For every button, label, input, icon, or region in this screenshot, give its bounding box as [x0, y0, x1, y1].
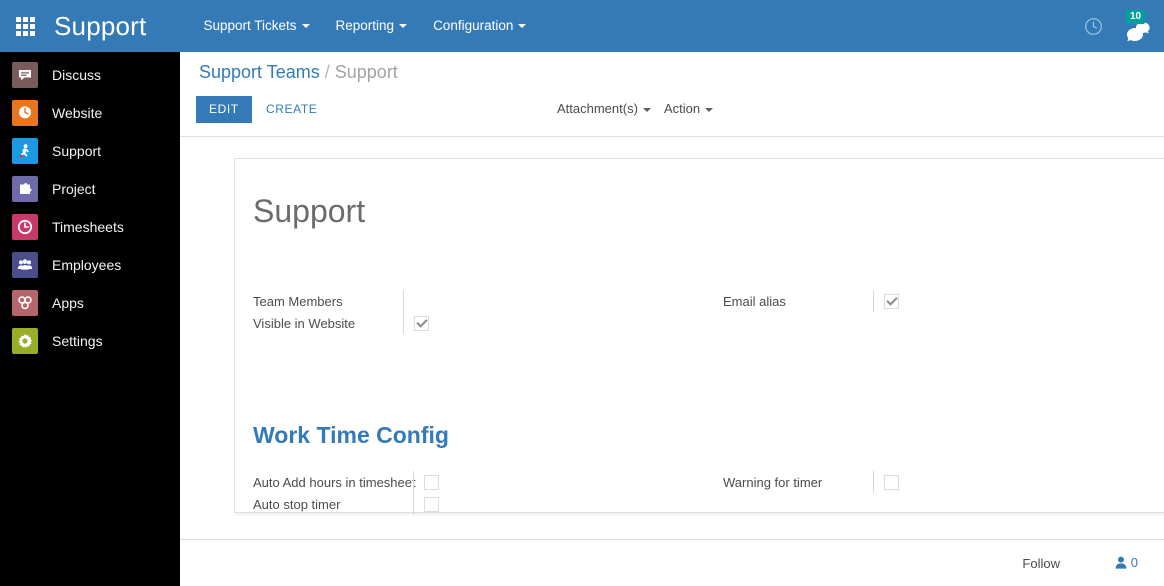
navbar-right-tools: 10 [1078, 0, 1158, 52]
top-navbar: Support Support Tickets Reporting Config… [0, 0, 1164, 52]
action-dropdown-label: Action [664, 101, 701, 116]
sidebar-item-settings[interactable]: Settings [0, 322, 180, 360]
sidebar-item-website[interactable]: Website [0, 94, 180, 132]
checkbox-auto-add-hours[interactable] [424, 474, 439, 490]
checkbox-visible-in-website[interactable] [414, 315, 429, 331]
section-heading-work-time-config: Work Time Config [253, 422, 449, 448]
form-sheet: Support Team Members Visible in Website [234, 158, 1164, 515]
caret-down-icon [642, 107, 651, 112]
field-group-work-time-left: Auto Add hours in timesheet Auto stop ti… [253, 471, 673, 515]
sidebar-item-discuss[interactable]: Discuss [0, 56, 180, 94]
page-title: Support [253, 193, 366, 229]
field-label-visible-in-website: Visible in Website [253, 315, 356, 331]
sidebar-item-employees[interactable]: Employees [0, 246, 180, 284]
field-label-auto-add-hours: Auto Add hours in timesheet [253, 474, 416, 490]
sidebar-item-label: Timesheets [52, 219, 124, 235]
field-value-warning-for-timer [874, 474, 1143, 490]
breadcrumb-parent-link[interactable]: Support Teams [199, 62, 320, 82]
breadcrumb-current: Support [334, 62, 398, 82]
field-label-team-members: Team Members [253, 293, 343, 309]
apps-grid-glyph [15, 16, 35, 36]
discuss-icon [12, 62, 38, 88]
brand-title: Support [54, 10, 147, 41]
field-group-general: Team Members Visible in Website Email al… [251, 290, 1164, 352]
form-sheet-area: Support Team Members Visible in Website [180, 137, 1164, 586]
checkbox-warning-for-timer[interactable] [884, 474, 899, 490]
user-icon [1115, 556, 1127, 569]
create-button[interactable]: CREATE [254, 96, 329, 123]
settings-icon [12, 328, 38, 354]
checkbox-auto-stop-timer[interactable] [424, 496, 439, 512]
field-value-email-alias [874, 293, 1143, 309]
control-panel: Support Teams / Support EDIT CREATE Attach… [180, 52, 1164, 137]
sidebar-item-label: Settings [52, 333, 103, 349]
field-label-auto-stop-timer: Auto stop timer [253, 496, 341, 512]
app-sidebar: Discuss Website Support Project Timeshee… [0, 52, 180, 586]
nav-menu-label: Support Tickets [203, 18, 297, 33]
employees-icon [12, 252, 38, 278]
sidebar-item-label: Support [52, 143, 102, 159]
follow-button[interactable]: Follow [1022, 556, 1060, 571]
messaging-count-badge: 10 [1126, 10, 1146, 24]
sidebar-item-timesheets[interactable]: Timesheets [0, 208, 180, 246]
breadcrumb: Support Teams / Support [199, 62, 398, 83]
followers-button[interactable]: 0 [1115, 555, 1138, 570]
nav-menu-bar: Support Tickets Reporting Configuration [190, 0, 539, 52]
followers-count: 0 [1130, 555, 1138, 570]
checkbox-email-alias[interactable] [884, 293, 899, 309]
sidebar-item-label: Discuss [52, 67, 102, 83]
sidebar-item-label: Apps [52, 295, 84, 311]
field-row-auto-add-hours: Auto Add hours in timesheet [253, 471, 673, 493]
field-row-team-members: Team Members [253, 290, 673, 312]
support-icon [12, 138, 38, 164]
apps-grid-icon[interactable] [8, 0, 42, 52]
nav-menu-reporting[interactable]: Reporting [323, 0, 421, 52]
edit-button[interactable]: EDIT [196, 96, 252, 123]
timesheets-icon [12, 214, 38, 240]
field-value-auto-add-hours [414, 474, 673, 490]
caret-down-icon [518, 24, 527, 29]
field-row-warning-for-timer: Warning for timer [723, 471, 1143, 493]
sidebar-item-label: Website [52, 105, 103, 121]
nav-menu-label: Reporting [335, 18, 395, 33]
field-row-visible-in-website: Visible in Website [253, 312, 673, 334]
breadcrumb-separator: / [324, 62, 330, 82]
field-row-email-alias: Email alias [723, 290, 1143, 312]
caret-down-icon [399, 24, 408, 29]
caret-down-icon [705, 107, 714, 112]
field-group-work-time-right: Warning for timer [723, 471, 1143, 493]
field-group-general-left: Team Members Visible in Website [253, 290, 673, 334]
project-icon [12, 176, 38, 202]
field-label-warning-for-timer: Warning for timer [723, 474, 823, 490]
nav-menu-configuration[interactable]: Configuration [420, 0, 539, 52]
field-group-general-right: Email alias [723, 290, 1143, 312]
messaging-icon[interactable]: 10 [1120, 9, 1154, 43]
sidebar-item-apps[interactable]: Apps [0, 284, 180, 322]
caret-down-icon [301, 24, 310, 29]
field-group-work-time-config: Auto Add hours in timesheet Auto stop ti… [251, 471, 1164, 533]
nav-menu-support-tickets[interactable]: Support Tickets [190, 0, 322, 52]
field-label-email-alias: Email alias [723, 293, 786, 309]
sidebar-item-label: Employees [52, 257, 122, 273]
sidebar-item-project[interactable]: Project [0, 170, 180, 208]
action-dropdown[interactable]: Action [664, 101, 714, 116]
attachments-dropdown-label: Attachment(s) [557, 101, 638, 116]
sidebar-item-label: Project [52, 181, 96, 197]
field-value-auto-stop-timer [414, 496, 673, 512]
main-content: Support Teams / Support EDIT CREATE Attach… [180, 52, 1164, 586]
field-divider [403, 290, 404, 312]
website-icon [12, 100, 38, 126]
chatter-footer: Follow 0 [180, 539, 1164, 586]
field-value-visible-in-website [404, 315, 673, 331]
nav-menu-label: Configuration [433, 18, 514, 33]
field-row-auto-stop-timer: Auto stop timer [253, 493, 673, 515]
attachments-dropdown[interactable]: Attachment(s) [557, 101, 651, 116]
apps-icon [12, 290, 38, 316]
clock-icon[interactable] [1078, 11, 1108, 41]
sidebar-item-support[interactable]: Support [0, 132, 180, 170]
